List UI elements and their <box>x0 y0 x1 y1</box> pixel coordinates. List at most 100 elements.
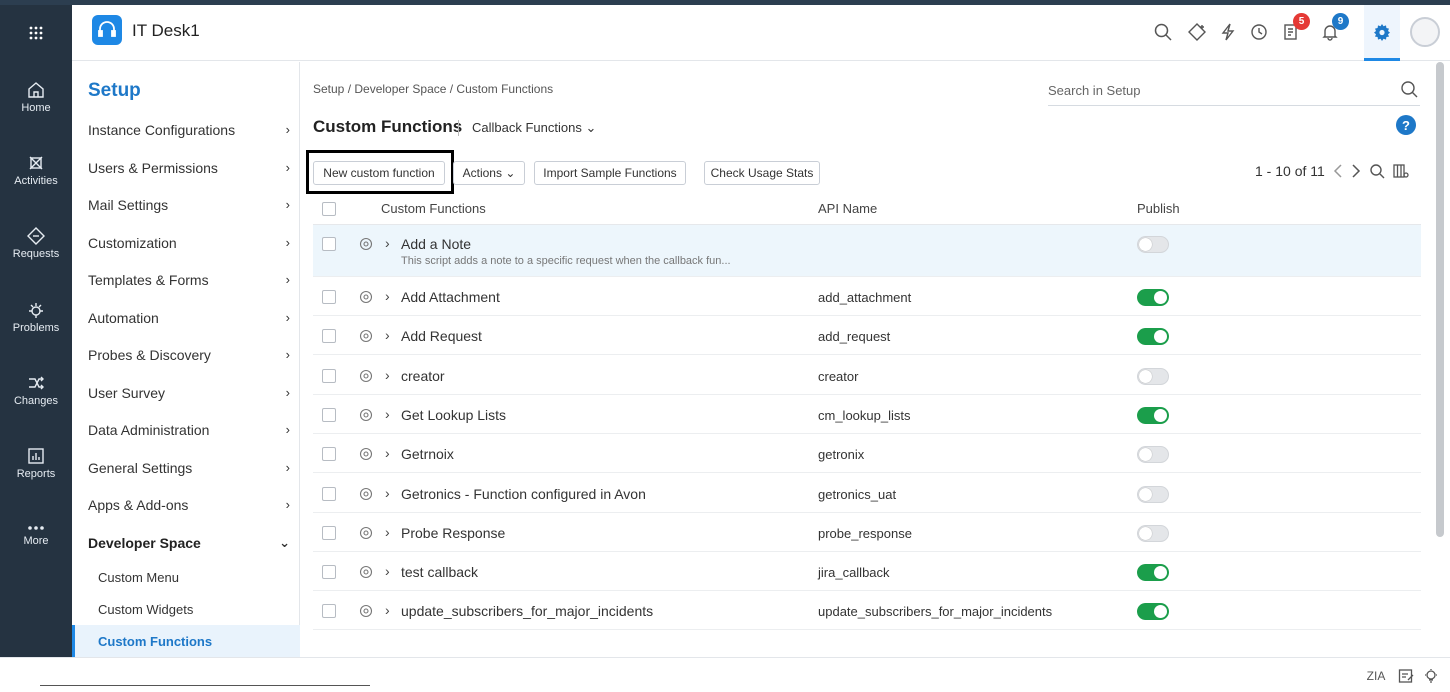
row-checkbox[interactable] <box>322 290 336 304</box>
lightbulb-icon[interactable] <box>1420 665 1442 687</box>
row-checkbox[interactable] <box>322 487 336 501</box>
row-checkbox[interactable] <box>322 329 336 343</box>
expand-icon[interactable]: › <box>385 327 390 343</box>
sidebar-item-developer-space[interactable]: Developer Space ⌄ <box>72 524 300 561</box>
row-settings-icon[interactable] <box>359 565 373 579</box>
expand-icon[interactable]: › <box>385 563 390 579</box>
sidebar-item-data-administration[interactable]: Data Administration › <box>72 411 300 448</box>
table-row[interactable]: › Getronics - Function configured in Avon… <box>313 474 1421 513</box>
view-selector[interactable]: Callback Functions ⌄ <box>472 120 596 136</box>
function-name[interactable]: Getrnoix <box>401 446 454 462</box>
column-header-name[interactable]: Custom Functions <box>381 201 486 216</box>
app-launcher-icon[interactable] <box>0 5 72 61</box>
sidebar-subitem-custom-widgets[interactable]: Custom Widgets <box>72 593 300 625</box>
notifications-icon[interactable]: 9 <box>1317 13 1349 45</box>
quick-actions-icon[interactable] <box>1215 19 1241 45</box>
publish-toggle[interactable] <box>1137 446 1169 463</box>
table-row[interactable]: › Probe Response probe_response <box>313 513 1421 552</box>
sidebar-item-templates-forms[interactable]: Templates & Forms › <box>72 261 300 298</box>
row-checkbox[interactable] <box>322 369 336 383</box>
nav-reports[interactable]: Reports <box>0 428 72 498</box>
new-custom-function-button[interactable]: New custom function <box>313 161 445 185</box>
next-page-icon[interactable] <box>1351 164 1361 178</box>
nav-changes[interactable]: Changes <box>0 355 72 425</box>
app-logo-icon[interactable] <box>92 15 122 45</box>
history-icon[interactable] <box>1246 19 1272 45</box>
publish-toggle[interactable] <box>1137 289 1169 306</box>
table-row[interactable]: › Getrnoix getronix <box>313 434 1421 473</box>
select-all-checkbox[interactable] <box>322 202 336 216</box>
expand-icon[interactable]: › <box>385 367 390 383</box>
publish-toggle[interactable] <box>1137 328 1169 345</box>
row-settings-icon[interactable] <box>359 447 373 461</box>
row-checkbox[interactable] <box>322 604 336 618</box>
row-settings-icon[interactable] <box>359 369 373 383</box>
column-header-publish[interactable]: Publish <box>1137 201 1180 216</box>
settings-gear-icon[interactable] <box>1364 5 1400 61</box>
expand-icon[interactable]: › <box>385 288 390 304</box>
nav-requests[interactable]: Requests <box>0 208 72 278</box>
prev-page-icon[interactable] <box>1333 164 1343 178</box>
row-checkbox[interactable] <box>322 237 336 251</box>
table-row[interactable]: › Add a Note This script adds a note to … <box>313 225 1421 277</box>
search-icon[interactable] <box>1400 80 1418 98</box>
row-settings-icon[interactable] <box>359 408 373 422</box>
table-search-icon[interactable] <box>1369 163 1385 179</box>
row-settings-icon[interactable] <box>359 290 373 304</box>
sidebar-subitem-custom-menu[interactable]: Custom Menu <box>72 561 300 593</box>
sidebar-item-probes-discovery[interactable]: Probes & Discovery › <box>72 336 300 373</box>
table-row[interactable]: › creator creator <box>313 356 1421 395</box>
tasks-icon[interactable]: 5 <box>1278 13 1310 45</box>
zia-icon[interactable]: ZIA <box>1365 665 1387 687</box>
sidebar-item-mail-settings[interactable]: Mail Settings › <box>72 186 300 223</box>
row-settings-icon[interactable] <box>359 329 373 343</box>
row-settings-icon[interactable] <box>359 604 373 618</box>
expand-icon[interactable]: › <box>385 235 390 251</box>
column-settings-icon[interactable] <box>1393 163 1409 179</box>
row-settings-icon[interactable] <box>359 487 373 501</box>
table-row[interactable]: › Get Lookup Lists cm_lookup_lists <box>313 395 1421 434</box>
table-row[interactable]: › Add Attachment add_attachment <box>313 277 1421 316</box>
nav-problems[interactable]: Problems <box>0 282 72 352</box>
sidebar-item-users-permissions[interactable]: Users & Permissions › <box>72 149 300 186</box>
nav-activities[interactable]: Activities <box>0 135 72 205</box>
row-checkbox[interactable] <box>322 447 336 461</box>
publish-toggle[interactable] <box>1137 236 1169 253</box>
row-checkbox[interactable] <box>322 408 336 422</box>
sidebar-item-customization[interactable]: Customization › <box>72 224 300 261</box>
table-row[interactable]: › test callback jira_callback <box>313 552 1421 591</box>
table-row[interactable]: › Add Request add_request <box>313 316 1421 355</box>
function-name[interactable]: update_subscribers_for_major_incidents <box>401 603 653 619</box>
row-checkbox[interactable] <box>322 526 336 540</box>
nav-more[interactable]: More <box>0 500 72 570</box>
sidebar-item-apps-addons[interactable]: Apps & Add-ons › <box>72 486 300 523</box>
actions-button[interactable]: Actions ⌄ <box>453 161 525 185</box>
row-checkbox[interactable] <box>322 565 336 579</box>
row-settings-icon[interactable] <box>359 237 373 251</box>
sidebar-item-automation[interactable]: Automation › <box>72 299 300 336</box>
column-header-api[interactable]: API Name <box>818 201 877 216</box>
function-name[interactable]: Probe Response <box>401 525 505 541</box>
check-usage-stats-button[interactable]: Check Usage Stats <box>704 161 820 185</box>
function-name[interactable]: Getronics - Function configured in Avon <box>401 486 646 502</box>
new-request-icon[interactable] <box>1184 19 1210 45</box>
setup-search-input[interactable] <box>1048 76 1388 104</box>
expand-icon[interactable]: › <box>385 485 390 501</box>
nav-home[interactable]: Home <box>0 62 72 132</box>
row-settings-icon[interactable] <box>359 526 373 540</box>
publish-toggle[interactable] <box>1137 525 1169 542</box>
sidebar-item-instance-configurations[interactable]: Instance Configurations › <box>72 111 300 148</box>
table-row[interactable]: › update_subscribers_for_major_incidents u… <box>313 591 1421 630</box>
function-name[interactable]: Get Lookup Lists <box>401 407 506 423</box>
sidebar-item-user-survey[interactable]: User Survey › <box>72 374 300 411</box>
publish-toggle[interactable] <box>1137 407 1169 424</box>
import-sample-functions-button[interactable]: Import Sample Functions <box>534 161 686 185</box>
publish-toggle[interactable] <box>1137 564 1169 581</box>
sidebar-subitem-custom-functions[interactable]: Custom Functions <box>72 625 300 657</box>
expand-icon[interactable]: › <box>385 445 390 461</box>
publish-toggle[interactable] <box>1137 368 1169 385</box>
function-name[interactable]: Add Request <box>401 328 482 344</box>
publish-toggle[interactable] <box>1137 486 1169 503</box>
expand-icon[interactable]: › <box>385 602 390 618</box>
expand-icon[interactable]: › <box>385 406 390 422</box>
